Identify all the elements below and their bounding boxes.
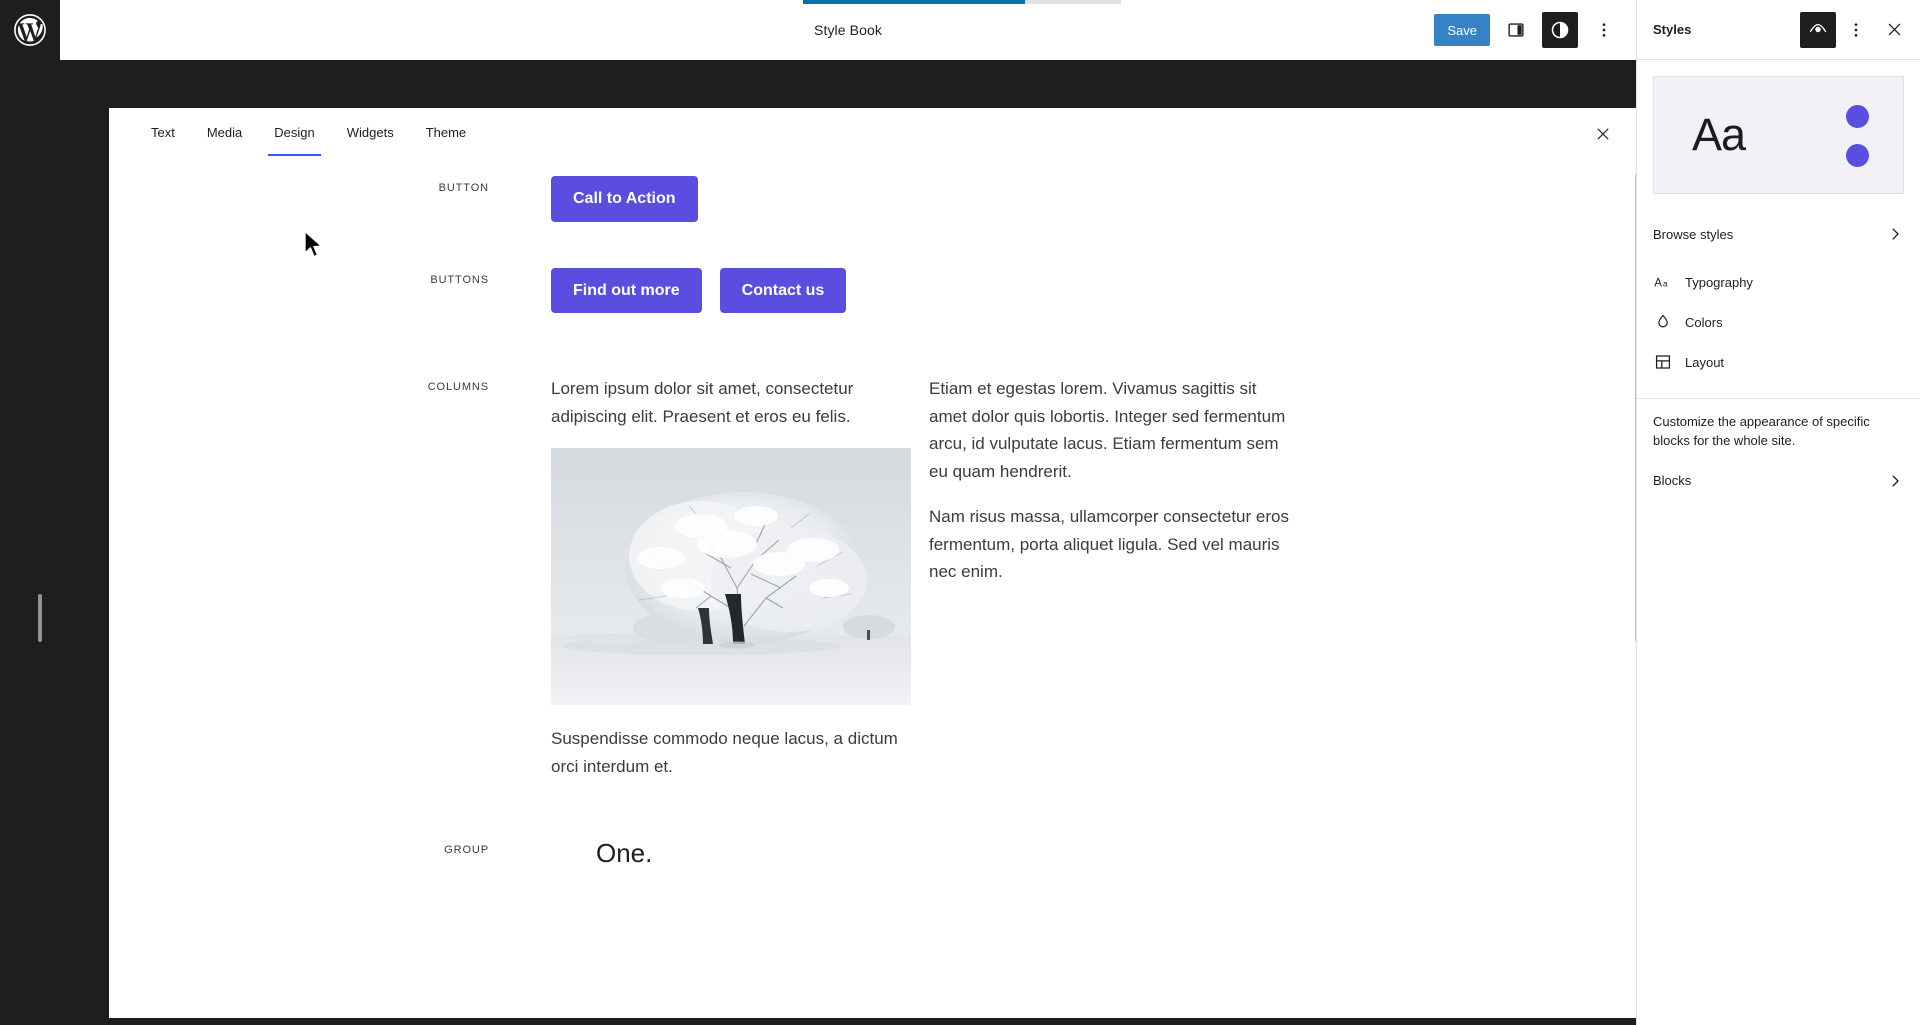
styles-sidebar-body: Aa (1637, 60, 1920, 210)
styles-browse-group: Browse styles (1637, 210, 1920, 254)
style-preview-swatch-secondary (1846, 144, 1869, 167)
column-left-paragraph-top: Lorem ipsum dolor sit amet, consectetur … (551, 379, 854, 426)
canvas-resize-handle-left[interactable] (38, 594, 42, 642)
styles-item-blocks[interactable]: Blocks (1637, 461, 1920, 501)
styles-item-blocks-label: Blocks (1653, 473, 1692, 489)
column-right-paragraph-one: Etiam et egestas lorem. Vivamus sagittis… (929, 379, 1286, 481)
sidebar-toggle-button[interactable] (1498, 12, 1534, 48)
styles-panel-title: Styles (1653, 22, 1692, 37)
styles-sidebar: Styles Aa Browse styles A a Typography C… (1636, 0, 1920, 1025)
styles-item-layout[interactable]: Layout (1637, 342, 1920, 382)
layout-grid-icon (1653, 352, 1677, 372)
section-label-group: GROUP (444, 844, 489, 857)
styles-revisions-button[interactable] (1800, 11, 1836, 48)
close-icon (1597, 128, 1609, 140)
column-right: Etiam et egestas lorem. Vivamus sagittis… (929, 375, 1289, 780)
styles-item-colors-label: Colors (1685, 314, 1723, 330)
styles-item-typography[interactable]: A a Typography (1637, 262, 1920, 302)
three-dots-vertical-icon (1602, 23, 1606, 37)
call-to-action-button[interactable]: Call to Action (551, 176, 698, 222)
snow-tree-image (551, 448, 911, 706)
tab-theme[interactable]: Theme (410, 108, 482, 156)
contact-us-button[interactable]: Contact us (719, 267, 847, 314)
styles-item-colors[interactable]: Colors (1637, 302, 1920, 342)
section-content-columns: Lorem ipsum dolor sit amet, consectetur … (551, 375, 1607, 780)
section-content-buttons: Find out more Contact us (551, 267, 1607, 314)
styles-item-typography-label: Typography (1685, 274, 1753, 290)
style-book-scroll-area: BUTTON Call to Action BUTTONS Find out m… (109, 156, 1647, 1018)
app-root: Style Book Save Text Media Design Widget… (0, 0, 1920, 1025)
styles-close-button[interactable] (1876, 12, 1912, 48)
styles-menu-group: A a Typography Colors Layout (1637, 254, 1920, 390)
section-label-button: BUTTON (438, 182, 489, 194)
style-preview-card[interactable]: Aa (1653, 76, 1904, 194)
snow-tree-illustration (551, 448, 911, 706)
contrast-icon (1551, 21, 1569, 39)
chevron-right-icon (1886, 472, 1904, 490)
column-right-paragraph-two: Nam risus massa, ullamcorper consectetur… (929, 507, 1289, 582)
section-button: BUTTON Call to Action (109, 176, 1647, 222)
save-button[interactable]: Save (1434, 14, 1490, 46)
section-group: GROUP One. (109, 838, 1647, 869)
tab-text[interactable]: Text (135, 108, 191, 156)
wordpress-logo-button[interactable] (0, 0, 60, 60)
progress-fill (803, 0, 1025, 4)
svg-text:A: A (1654, 277, 1662, 290)
page-title: Style Book (814, 22, 882, 38)
svg-text:a: a (1663, 279, 1668, 289)
style-preview-sample-text: Aa (1692, 109, 1746, 160)
browse-styles-label: Browse styles (1653, 226, 1734, 242)
eye-icon (1809, 23, 1827, 32)
find-out-more-button[interactable]: Find out more (551, 267, 702, 314)
styles-blocks-description: Customize the appearance of specific blo… (1653, 414, 1870, 448)
styles-item-layout-label: Layout (1685, 354, 1725, 370)
editor-header: Style Book Save (60, 0, 1636, 60)
style-book-tabs: Text Media Design Widgets Theme (109, 108, 1647, 156)
header-actions: Save (1434, 0, 1622, 60)
styles-more-menu-button[interactable] (1838, 12, 1874, 48)
tab-widgets[interactable]: Widgets (331, 108, 410, 156)
sidebar-icon (1508, 23, 1524, 37)
group-heading: One. (596, 838, 653, 869)
tab-design[interactable]: Design (258, 108, 330, 156)
tab-media[interactable]: Media (191, 108, 258, 156)
style-preview-swatch-primary (1846, 105, 1869, 128)
section-columns: COLUMNS Lorem ipsum dolor sit amet, cons… (109, 375, 1647, 780)
close-icon (1888, 23, 1900, 36)
close-style-book-button[interactable] (1585, 116, 1621, 152)
section-content-group: One. (551, 838, 1607, 869)
browse-styles-row[interactable]: Browse styles (1637, 214, 1920, 254)
wordpress-logo-icon (14, 14, 46, 46)
section-label-columns: COLUMNS (427, 381, 489, 394)
color-droplet-icon (1653, 312, 1677, 332)
style-book-panel: Text Media Design Widgets Theme BUTTON C… (109, 108, 1647, 1018)
section-buttons: BUTTONS Find out more Contact us (109, 267, 1647, 314)
chevron-right-icon (1886, 225, 1904, 243)
editor-canvas: Text Media Design Widgets Theme BUTTON C… (38, 60, 1656, 1025)
styles-sidebar-header: Styles (1637, 0, 1920, 60)
section-content-button: Call to Action (551, 176, 1607, 222)
three-dots-vertical-icon (1854, 22, 1858, 37)
loading-progress-bar (60, 0, 1636, 4)
section-label-buttons: BUTTONS (430, 273, 489, 286)
header-options-button[interactable] (1586, 12, 1622, 48)
column-left: Lorem ipsum dolor sit amet, consectetur … (551, 375, 911, 780)
typography-aa-icon: A a (1653, 272, 1677, 292)
styles-toggle-button[interactable] (1542, 12, 1578, 48)
column-left-paragraph-bottom: Suspendisse commodo neque lacus, a dictu… (551, 729, 898, 776)
